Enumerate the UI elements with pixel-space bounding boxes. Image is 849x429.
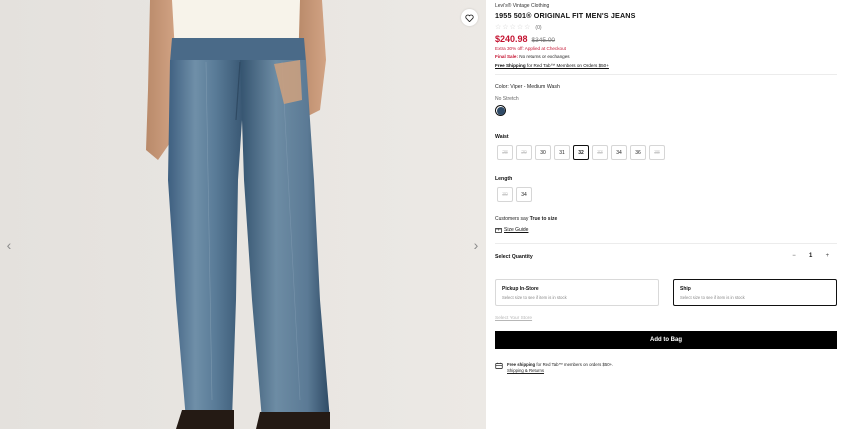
shipping-returns-link[interactable]: Shipping & Returns (507, 368, 613, 374)
waist-label: Waist (495, 134, 509, 140)
length-size-option[interactable]: 34 (516, 187, 532, 202)
shipping-info-text: Free shipping for Red Tab™ members on or… (507, 362, 613, 374)
original-price: $345.00 (531, 37, 556, 44)
waist-size-option[interactable]: 29 (516, 145, 532, 160)
pickup-title: Pickup In-Store (502, 286, 539, 292)
waist-size-option-selected[interactable]: 32 (573, 145, 589, 160)
free-shipping-text: for Red Tab™ Members on Orders $50+ (526, 63, 609, 68)
select-store-link[interactable]: Select Your Store (495, 316, 532, 321)
brand-name: Levi's® Vintage Clothing (495, 3, 550, 9)
color-line: Color: Viper - Medium Wash (495, 84, 560, 90)
star-icon: ☆ (509, 24, 516, 31)
waist-size-option[interactable]: 34 (611, 145, 627, 160)
length-label: Length (495, 176, 513, 182)
rating-count: (0) (535, 25, 542, 31)
star-icon: ☆ (524, 24, 531, 31)
ship-option[interactable]: Ship Select size to see if item is in st… (673, 279, 837, 306)
price-row: $240.98 $345.00 (495, 34, 555, 44)
product-image-gallery[interactable]: ‹ › (0, 0, 486, 429)
quantity-increase-button[interactable]: + (824, 253, 830, 259)
ship-subtitle: Select size to see if item is in stock (680, 295, 745, 300)
color-label: Color: (495, 84, 509, 90)
shipping-info-copy: for Red Tab™ members on orders $50+. (536, 362, 614, 367)
length-size-option[interactable]: 30 (497, 187, 513, 202)
free-shipping-link[interactable]: Free Shipping for Red Tab™ Members on Or… (495, 63, 609, 68)
quantity-decrease-button[interactable]: − (791, 253, 797, 259)
prev-image-arrow[interactable]: ‹ (2, 236, 16, 254)
product-details-panel: Levi's® Vintage Clothing 1955 501® ORIGI… (495, 0, 837, 429)
waist-size-option[interactable]: 36 (630, 145, 646, 160)
stretch-label: No Stretch (495, 96, 519, 102)
divider (495, 74, 837, 75)
product-photo (0, 0, 486, 429)
product-title: 1955 501® ORIGINAL FIT MEN'S JEANS (495, 11, 636, 20)
rating[interactable]: ☆ ☆ ☆ ☆ ☆ (0) (495, 24, 542, 32)
pickup-subtitle: Select size to see if item is in stock (502, 295, 567, 300)
waist-size-row: 28 29 30 31 32 33 34 36 38 (497, 145, 665, 160)
star-icon: ☆ (516, 24, 524, 31)
divider (495, 243, 837, 244)
swatch-fill (496, 106, 505, 115)
promo-text: Extra 30% off: Applied at Checkout (495, 46, 566, 51)
ruler-icon (495, 227, 502, 233)
ship-title: Ship (680, 286, 691, 292)
free-shipping-bold: Free Shipping (495, 63, 526, 68)
fit-prefix: Customers say (495, 216, 529, 222)
color-value: Viper - Medium Wash (510, 84, 560, 90)
shipping-info: Free shipping for Red Tab™ members on or… (495, 362, 613, 374)
star-icon: ☆ (495, 24, 502, 31)
quantity-value: 1 (809, 253, 813, 259)
add-to-bag-button[interactable]: Add to Bag (495, 331, 837, 349)
waist-size-option[interactable]: 31 (554, 145, 570, 160)
waist-size-option[interactable]: 30 (535, 145, 551, 160)
length-size-row: 30 34 (497, 187, 532, 202)
star-icon: ☆ (502, 24, 509, 31)
favorite-button[interactable] (461, 9, 478, 26)
truck-icon (495, 362, 503, 369)
waist-size-option[interactable]: 28 (497, 145, 513, 160)
final-sale-note: Final Sale: No returns or exchanges (495, 54, 570, 59)
quantity-stepper: − 1 + (791, 253, 830, 259)
color-swatch[interactable] (495, 105, 506, 116)
next-image-arrow[interactable]: › (469, 236, 483, 254)
final-sale-text: No returns or exchanges (519, 54, 570, 59)
heart-icon (465, 14, 474, 22)
waist-size-option[interactable]: 33 (592, 145, 608, 160)
final-sale-label: Final Sale: (495, 54, 518, 59)
shipping-info-bold: Free shipping (507, 362, 536, 367)
fit-note: Customers say True to size (495, 216, 557, 222)
size-guide-label: Size Guide (504, 227, 529, 233)
quantity-label: Select Quantity (495, 254, 533, 260)
pickup-in-store-option[interactable]: Pickup In-Store Select size to see if it… (495, 279, 659, 306)
size-guide-link[interactable]: Size Guide (495, 227, 528, 233)
sale-price: $240.98 (495, 34, 528, 44)
waist-size-option[interactable]: 38 (649, 145, 665, 160)
fit-value: True to size (529, 216, 558, 222)
